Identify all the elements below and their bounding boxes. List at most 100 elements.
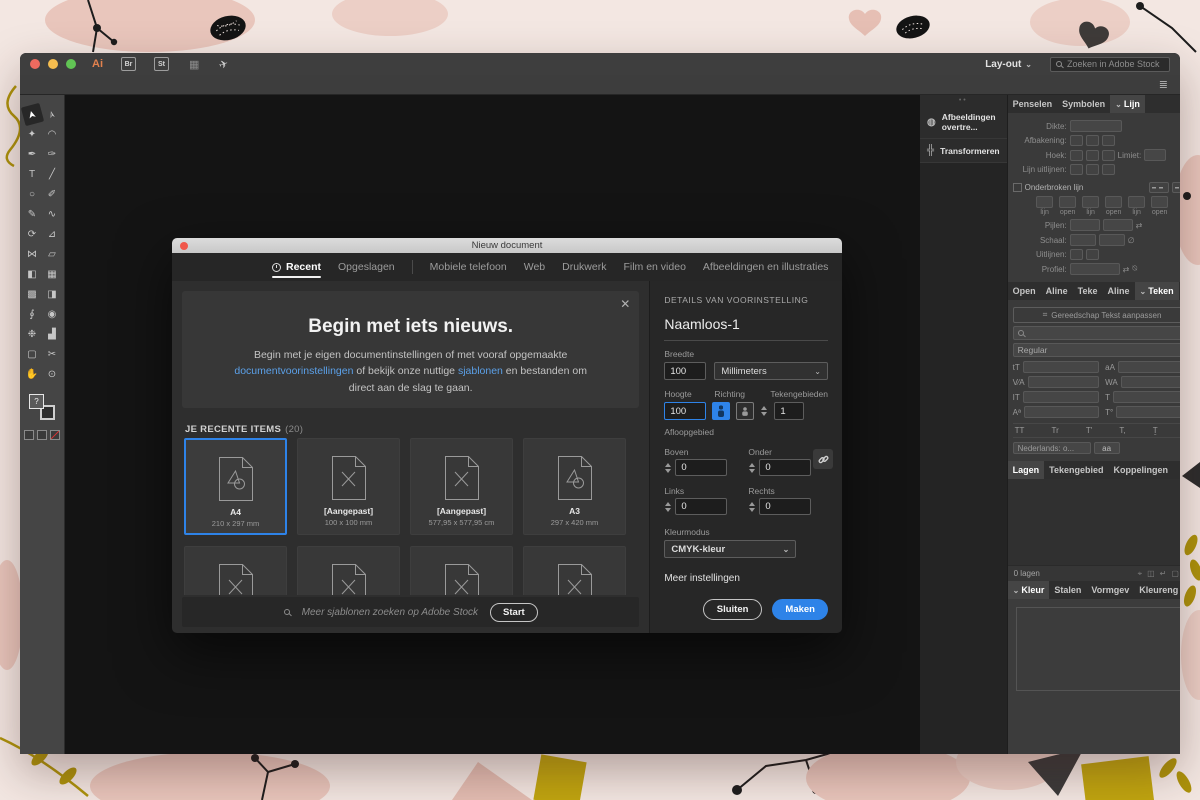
bleed-bottom-stepper[interactable]	[748, 462, 756, 473]
make-mask-icon[interactable]: ◫	[1147, 569, 1155, 579]
cap-projecting-button[interactable]	[1101, 135, 1115, 146]
corner-miter-button[interactable]	[1069, 149, 1083, 161]
scale-tool[interactable]: ⊿	[43, 225, 62, 244]
width-tool[interactable]: ⋈	[23, 245, 42, 264]
arrow-extend-button[interactable]	[1069, 249, 1083, 260]
preset-card-custom-2[interactable]: [Aangepast] 577,95 x 577,95 cm	[410, 438, 513, 535]
horizontal-scale-combo[interactable]	[1113, 391, 1180, 403]
dock-drag-handle[interactable]: ••	[920, 95, 1007, 106]
tab-afbeeldingen-en-illustraties[interactable]: Afbeeldingen en illustraties	[703, 253, 829, 281]
tab-mobiele-telefoon[interactable]: Mobiele telefoon	[430, 253, 507, 281]
tab-drukwerk[interactable]: Drukwerk	[562, 253, 606, 281]
preset-card-more[interactable]	[410, 546, 513, 595]
swap-arrows-icon[interactable]: ⇄	[1136, 221, 1143, 230]
rotate-tool[interactable]: ⟳	[23, 225, 42, 244]
touch-type-button[interactable]: ⌗ Gereedschap Tekst aanpassen	[1012, 307, 1180, 323]
color-mode-button[interactable]	[24, 430, 34, 440]
preset-card-custom-1[interactable]: [Aangepast] 100 x 100 mm	[297, 438, 400, 535]
align-inside-button[interactable]	[1085, 164, 1099, 175]
tracking-combo[interactable]	[1120, 376, 1180, 388]
dash-align-button[interactable]	[1171, 182, 1180, 193]
zoom-tool[interactable]: ⊙	[43, 365, 62, 384]
tab-lijn[interactable]: ⌄ Lijn	[1110, 95, 1145, 113]
arrange-documents-icon[interactable]: ▦	[189, 58, 199, 71]
tab-kleurengids[interactable]: Kleureng	[1134, 581, 1180, 599]
bleed-bottom-input[interactable]	[759, 459, 812, 476]
align-outside-button[interactable]	[1101, 164, 1115, 175]
all-caps-button[interactable]: TT	[1015, 426, 1025, 435]
underline-button[interactable]: Ṯ	[1153, 426, 1158, 435]
artboards-input[interactable]	[774, 402, 805, 420]
workspace-switcher[interactable]: Lay-out ⌄	[985, 59, 1032, 70]
bleed-top-stepper[interactable]	[664, 462, 672, 473]
gap2-field[interactable]	[1105, 196, 1123, 208]
bleed-right-stepper[interactable]	[748, 501, 756, 512]
zoom-window-button[interactable]	[66, 59, 76, 69]
align-center-button[interactable]	[1069, 164, 1083, 175]
stock-search-input[interactable]: Zoeken in Adobe Stock	[1050, 56, 1170, 72]
portrait-orientation-button[interactable]	[712, 402, 731, 420]
graph-tool[interactable]: ▟	[43, 325, 62, 344]
anti-alias-combo[interactable]: aa	[1093, 442, 1120, 454]
gradient-mode-button[interactable]	[37, 430, 47, 440]
tab-lagen[interactable]: Lagen	[1007, 461, 1045, 479]
gap3-field[interactable]	[1151, 196, 1169, 208]
tab-penselen[interactable]: Penselen	[1008, 95, 1058, 113]
preset-card-more[interactable]	[184, 546, 287, 595]
gradient-tool[interactable]: ◨	[43, 285, 62, 304]
language-combo[interactable]: Nederlands: o...	[1012, 442, 1091, 454]
height-input[interactable]	[664, 402, 707, 420]
color-spectrum-area[interactable]	[1015, 607, 1180, 691]
baseline-shift-combo[interactable]	[1023, 406, 1100, 418]
bleed-top-input[interactable]	[675, 459, 728, 476]
vertical-scale-combo[interactable]	[1022, 391, 1100, 403]
arrow-place-button[interactable]	[1085, 249, 1099, 260]
pencil-tool[interactable]: ✎	[23, 205, 42, 224]
font-style-combo[interactable]: Regular⌄	[1012, 343, 1180, 357]
document-presets-link[interactable]: documentvoorinstellingen	[234, 365, 353, 377]
preset-card-more[interactable]	[297, 546, 400, 595]
shape-builder-tool[interactable]: ◧	[23, 265, 42, 284]
pen-tool[interactable]: ✒	[23, 145, 42, 164]
artboard-tool[interactable]: ▢	[23, 345, 42, 364]
width-input[interactable]	[664, 362, 707, 380]
start-button[interactable]: Start	[490, 602, 538, 622]
tab-tekengebied[interactable]: Tekengebied	[1044, 461, 1108, 479]
hand-tool[interactable]: ✋	[23, 365, 42, 384]
panel-menu-icon[interactable]: ≣	[1159, 78, 1168, 91]
selection-tool[interactable]: ➤	[20, 102, 44, 127]
font-family-field[interactable]	[1012, 326, 1180, 340]
preset-card-a4[interactable]: A4 210 x 297 mm	[184, 438, 287, 535]
link-bleed-button[interactable]	[813, 449, 833, 469]
arrow-end-combo[interactable]	[1102, 219, 1133, 231]
tab-symbolen[interactable]: Symbolen	[1057, 95, 1110, 113]
arrow-start-combo[interactable]	[1069, 219, 1100, 231]
type-tool[interactable]: T	[23, 165, 42, 184]
minimize-window-button[interactable]	[48, 59, 58, 69]
fill-swatch[interactable]: ?	[29, 394, 44, 409]
dash1-field[interactable]	[1036, 196, 1054, 208]
share-icon[interactable]: ✈	[217, 56, 231, 71]
ellipse-tool[interactable]: ○	[23, 185, 42, 204]
tab-recent[interactable]: Recent	[272, 253, 322, 281]
corner-bevel-button[interactable]	[1101, 149, 1115, 161]
tab-koppelingen[interactable]: Koppelingen	[1109, 461, 1174, 479]
link-scale-icon[interactable]: ∅	[1128, 236, 1135, 245]
symbol-sprayer-tool[interactable]: ❉	[23, 325, 42, 344]
cap-round-button[interactable]	[1085, 135, 1099, 146]
dash2-field[interactable]	[1082, 196, 1100, 208]
char-rotation-combo[interactable]	[1116, 406, 1180, 418]
weight-combo[interactable]	[1069, 120, 1122, 132]
tab-web[interactable]: Web	[524, 253, 545, 281]
paintbrush-tool[interactable]: ✐	[43, 185, 62, 204]
profile-combo[interactable]	[1069, 263, 1120, 275]
create-button[interactable]: Maken	[772, 599, 828, 620]
bridge-button[interactable]: Br	[121, 57, 136, 71]
tab-opgeslagen[interactable]: Opgeslagen	[338, 253, 395, 281]
tab-vormgeving[interactable]: Vormgev	[1086, 581, 1134, 599]
scale-start-field[interactable]	[1069, 234, 1096, 246]
blend-tool[interactable]: ◉	[43, 305, 62, 324]
bleed-right-input[interactable]	[759, 498, 812, 515]
eyedropper-tool[interactable]: ∮	[23, 305, 42, 324]
shaper-tool[interactable]: ∿	[43, 205, 62, 224]
